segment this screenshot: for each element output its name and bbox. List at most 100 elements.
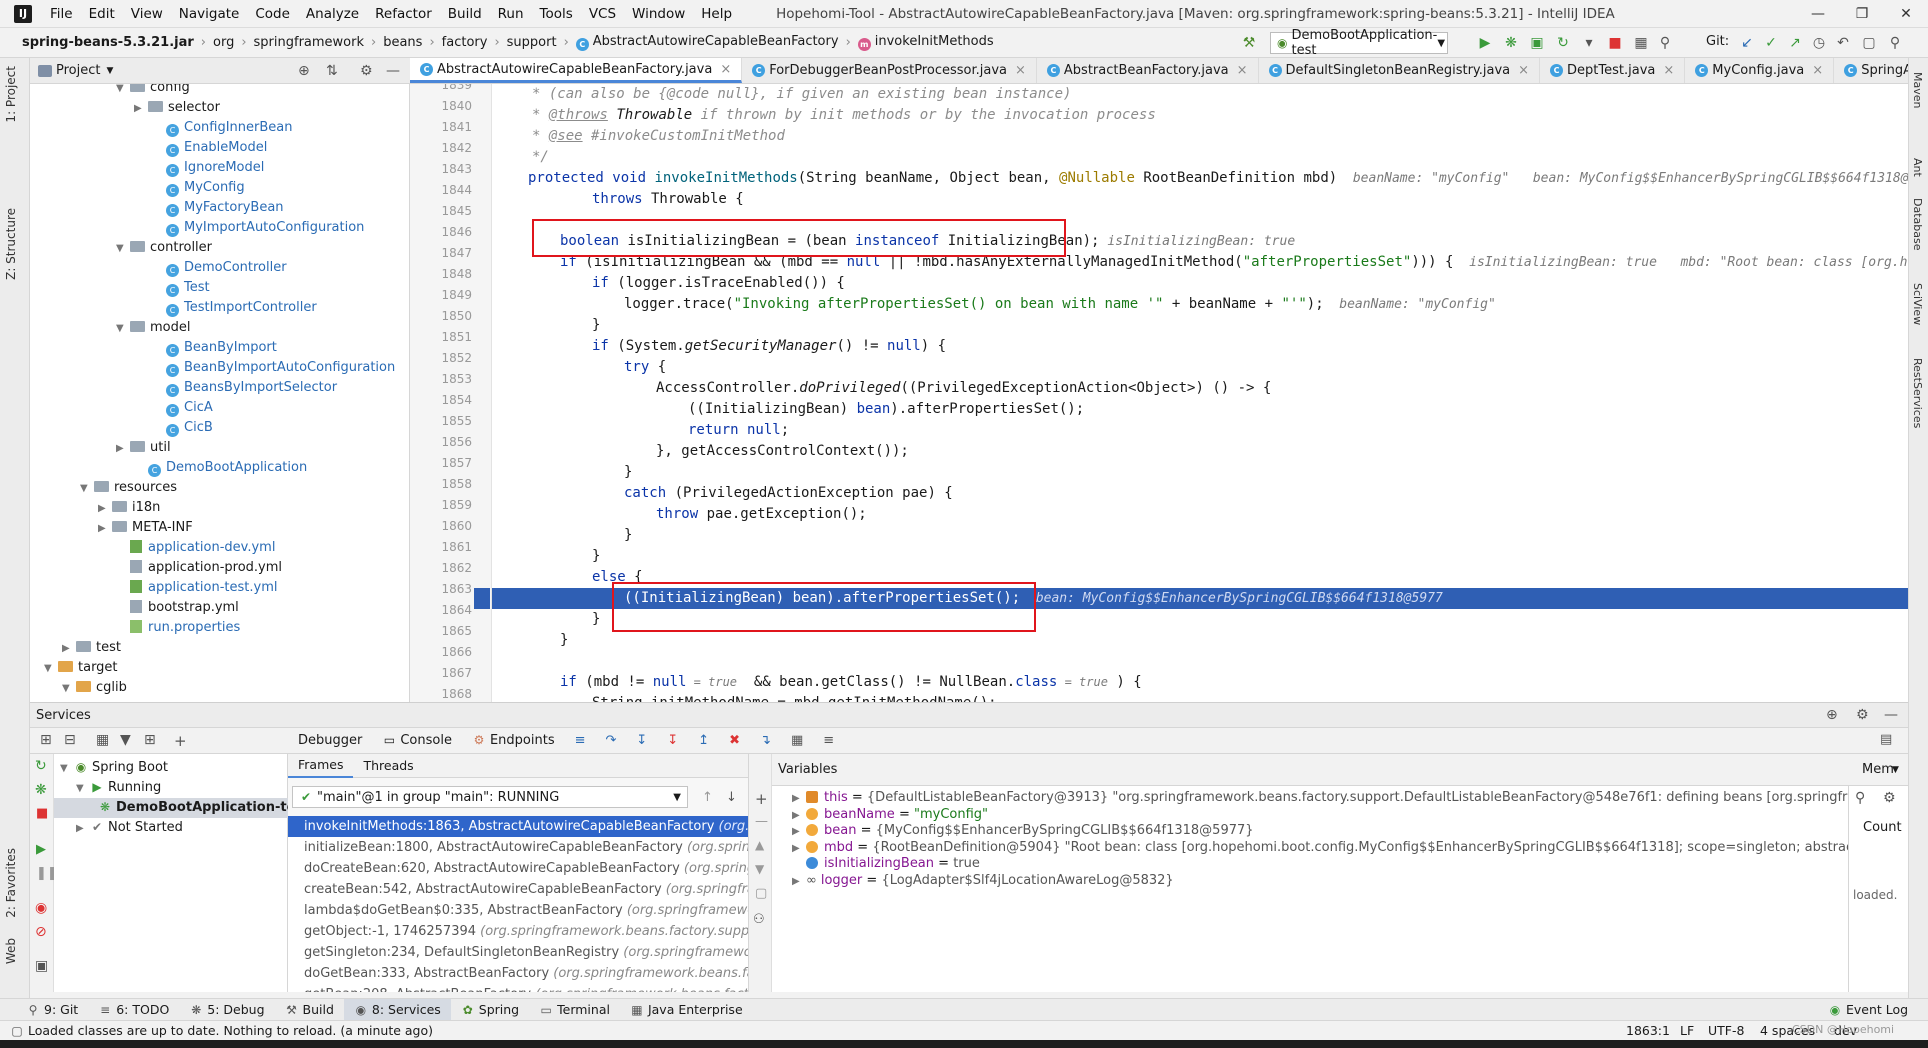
service-not-started[interactable]: ▶ ✔ Not Started [76,818,183,838]
stop-icon[interactable]: ■ [1606,34,1624,52]
restservices-tool-tab[interactable]: RestServices [1911,358,1924,428]
line-number[interactable]: 1852 [410,348,472,369]
line-number[interactable]: 1839 [410,84,472,96]
service-spring-boot[interactable]: ▼ ◉ Spring Boot [60,758,168,778]
project-tree-item[interactable]: C CicA [152,398,213,418]
move-up-icon[interactable]: ▲ [755,838,764,852]
breadcrumb-class[interactable]: C AbstractAutowireCapableBeanFactory [572,34,843,51]
line-number[interactable]: 1862 [410,558,472,579]
menu-vcs[interactable]: VCS [581,0,624,28]
debug-icon[interactable]: ❋ [1502,34,1520,52]
tab-default-singleton[interactable]: C DefaultSingletonBeanRegistry.java × [1259,58,1541,83]
project-tree-item[interactable]: bootstrap.yml [116,598,239,618]
thread-select[interactable]: ✔ "main"@1 in group "main": RUNNING ▼ [292,786,688,808]
run-configuration-select[interactable]: ◉ DemoBootApplication-test ▼ [1270,28,1448,58]
hide-panel-icon[interactable]: — [386,63,400,79]
menu-window[interactable]: Window [624,0,693,28]
step-out-icon[interactable]: ↥ [688,733,719,748]
gear-icon[interactable]: ⚙ [1883,790,1896,806]
run-to-cursor-icon[interactable]: ↴ [750,733,781,748]
stack-frame[interactable]: invokeInitMethods:1863, AbstractAutowire… [288,816,748,837]
project-tree-item[interactable]: ▼ config [116,84,190,98]
sciview-tool-tab[interactable]: SciView [1911,283,1924,325]
line-number[interactable]: 1851 [410,327,472,348]
line-number[interactable]: 1854 [410,390,472,411]
stack-frame[interactable]: initializeBean:1800, AbstractAutowireCap… [288,837,748,858]
chevron-right-icon[interactable]: ▶ [116,439,130,459]
service-running[interactable]: ▼ ▶ Running [76,778,161,798]
ant-tool-tab[interactable]: Ant [1911,158,1924,177]
project-tree-item[interactable]: C CicB [152,418,213,438]
project-tree-item[interactable]: C MyImportAutoConfiguration [152,218,364,238]
git-push-icon[interactable]: ↗ [1786,34,1804,52]
project-tree-item[interactable]: C BeanByImportAutoConfiguration [152,358,395,378]
line-number[interactable]: 1841 [410,117,472,138]
search-icon[interactable]: ⚲ [1656,34,1674,52]
chevron-down-icon[interactable]: ▼ [44,659,58,679]
menu-build[interactable]: Build [440,0,490,28]
gear-icon[interactable]: ⚙ [1856,707,1869,723]
step-into-icon[interactable]: ↧ [626,733,657,748]
evaluate-expression-icon[interactable]: ▦ [781,733,813,748]
line-number[interactable]: 1868 [410,684,472,702]
restore-icon[interactable]: ❐ [1840,0,1884,28]
tab-threads[interactable]: Threads [353,758,423,773]
line-number[interactable]: 1864 [410,600,472,621]
breadcrumb-beans[interactable]: beans [379,35,426,50]
menu-run[interactable]: Run [490,0,532,28]
menu-navigate[interactable]: Navigate [171,0,248,28]
copy-icon[interactable]: ▢ [755,886,767,901]
web-tool-tab[interactable]: Web [4,938,18,964]
debug-icon[interactable]: ❋ [35,782,47,798]
view-breakpoints-icon[interactable]: ◉ [35,900,47,916]
ide-features-icon[interactable]: ▢ [1860,34,1878,52]
line-number[interactable]: 1856 [410,432,472,453]
line-number[interactable]: 1867 [410,663,472,684]
code-editor[interactable]: * (can also be {@code null}, if given an… [492,84,1908,702]
hide-panel-icon[interactable]: — [1884,707,1898,723]
project-tree-item[interactable]: C MyFactoryBean [152,198,284,218]
caret-position[interactable]: 1863:1 [1626,1023,1670,1038]
tab-debug[interactable]: ❋ 5: Debug [179,1002,274,1017]
memory-tab[interactable]: Mem [1862,762,1894,777]
resume-icon[interactable]: ▶ [36,842,46,857]
group-icon[interactable]: ▦ [96,732,109,748]
project-tree-item[interactable]: C DemoController [152,258,287,278]
collapse-all-icon[interactable]: ⇅ [326,63,338,79]
line-number[interactable]: 1845 [410,201,472,222]
run-icon[interactable]: ▶ [1476,34,1494,52]
tab-java-enterprise[interactable]: ▦ Java Enterprise [620,1002,753,1017]
structure-tool-tab[interactable]: Z: Structure [4,208,18,280]
breadcrumb-support[interactable]: support [503,35,561,50]
line-number[interactable]: 1850 [410,306,472,327]
stack-frame[interactable]: doCreateBean:620, AbstractAutowireCapabl… [288,858,748,879]
menu-refactor[interactable]: Refactor [367,0,440,28]
chevron-right-icon[interactable]: ▶ [98,519,112,539]
locate-icon[interactable]: ⊕ [298,63,310,79]
chevron-down-icon[interactable]: ▼ [116,84,130,99]
stack-frame[interactable]: getObject:-1, 1746257394 (org.springfram… [288,921,748,942]
tab-springapplication[interactable]: CSpringApplication.java× [1834,58,1908,83]
rerun-icon[interactable]: ↻ [35,758,47,774]
project-tree-item[interactable]: ▼ model [116,318,190,338]
project-tree-item[interactable]: ▼ controller [116,238,212,258]
close-icon[interactable]: ✕ [1884,0,1928,28]
line-number[interactable]: 1857 [410,453,472,474]
menu-analyze[interactable]: Analyze [298,0,367,28]
tab-git[interactable]: ⚲ 9: Git [16,1002,88,1017]
show-execution-point-icon[interactable]: ≡ [565,733,596,748]
line-number[interactable]: 1859 [410,495,472,516]
project-tree-item[interactable]: ▼ resources [80,478,177,498]
line-number[interactable]: 1855 [410,411,472,432]
breadcrumb-method[interactable]: m invokeInitMethods [854,34,998,51]
close-icon[interactable]: × [1518,63,1529,78]
stack-frame[interactable]: createBean:542, AbstractAutowireCapableB… [288,879,748,900]
file-encoding[interactable]: UTF-8 [1708,1023,1744,1038]
project-structure-icon[interactable]: ▦ [1632,34,1650,52]
chevron-down-icon[interactable]: ▾ [1580,34,1598,52]
close-icon[interactable]: × [1663,63,1674,78]
line-number[interactable]: 1847 [410,243,472,264]
drop-frame-icon[interactable]: ✖ [719,733,750,748]
hammer-build-icon[interactable]: ⚒ [1240,34,1258,52]
tab-debugger[interactable]: Debugger [288,733,372,748]
